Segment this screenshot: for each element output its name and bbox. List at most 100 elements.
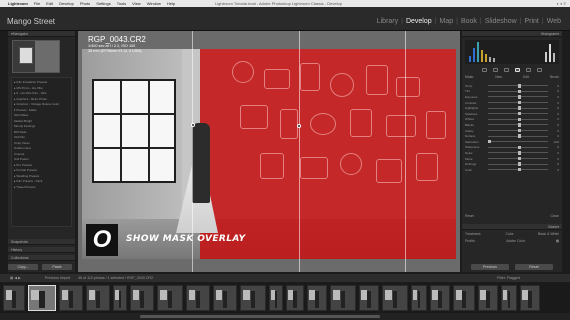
filmstrip-thumbnail[interactable] [130, 285, 154, 311]
filmstrip-thumbnail[interactable] [113, 285, 127, 311]
slider-knob[interactable] [518, 151, 521, 155]
filmstrip-thumbnail[interactable] [359, 285, 379, 311]
reset-button[interactable]: Reset [515, 264, 553, 270]
mask-new-button[interactable]: New [495, 75, 502, 80]
module-slideshow[interactable]: Slideshow [482, 18, 520, 25]
gradient-guide-line[interactable] [405, 31, 406, 272]
grid-view-icon[interactable]: ▦ ◀ ▶ [10, 276, 21, 280]
spot-removal-icon[interactable] [493, 68, 498, 72]
paste-button[interactable]: Paste [42, 264, 72, 270]
radial-filter-icon[interactable] [526, 68, 531, 72]
copy-button[interactable]: Copy... [8, 264, 38, 270]
slider-value[interactable]: 0 [551, 162, 559, 166]
slider-value[interactable]: 0 [551, 129, 559, 133]
slider-value[interactable]: 0 [551, 145, 559, 149]
filmstrip-thumbnail[interactable] [430, 285, 450, 311]
filmstrip-thumbnail[interactable] [59, 285, 83, 311]
navigator-header[interactable]: ▾ Navigator [8, 31, 75, 37]
slider-track[interactable] [488, 162, 548, 166]
slider-value[interactable]: 0 [551, 123, 559, 127]
history-header[interactable]: History [8, 247, 75, 253]
filmstrip-scrollbar[interactable] [0, 313, 570, 320]
snapshots-header[interactable]: Snapshots [8, 239, 75, 245]
filter-control[interactable]: Filter: Flagged [497, 276, 520, 280]
menu-help[interactable]: Help [167, 1, 175, 6]
crop-tool-icon[interactable] [482, 68, 487, 72]
slider-knob[interactable] [518, 156, 521, 161]
filmstrip-thumbnail[interactable] [382, 285, 408, 311]
filmstrip-source[interactable]: Previous Import [45, 276, 70, 280]
slider-value[interactable]: -100 [551, 140, 559, 144]
slider-knob[interactable] [518, 100, 521, 105]
slider-value[interactable]: 0 [551, 151, 559, 155]
red-eye-icon[interactable] [504, 68, 509, 72]
profile-browser-icon[interactable]: ▦ [556, 239, 559, 244]
menu-view[interactable]: View [132, 1, 141, 6]
slider-value[interactable]: 0 [551, 134, 559, 138]
filmstrip-thumbnail[interactable] [157, 285, 183, 311]
filmstrip-thumbnail[interactable] [269, 285, 283, 311]
slider-track[interactable] [488, 106, 548, 110]
module-print[interactable]: Print [521, 18, 541, 25]
filter-value[interactable]: Flagged [507, 276, 520, 280]
filter-close-button[interactable]: Close [550, 214, 559, 218]
filmstrip-thumbnail[interactable] [307, 285, 327, 311]
slider-knob[interactable] [518, 162, 521, 166]
filmstrip-thumbnail[interactable] [86, 285, 110, 311]
slider-track[interactable] [488, 123, 548, 127]
menu-file[interactable]: File [34, 1, 40, 6]
gradient-center-line[interactable] [299, 31, 300, 272]
filmstrip-thumbnail[interactable] [286, 285, 304, 311]
slider-knob[interactable] [518, 106, 521, 110]
slider-track[interactable] [488, 117, 548, 122]
slider-knob[interactable] [518, 145, 521, 150]
menu-develop[interactable]: Develop [59, 1, 74, 6]
module-web[interactable]: Web [544, 18, 564, 25]
filmstrip-thumbnail[interactable] [240, 285, 266, 311]
slider-knob[interactable] [488, 140, 491, 144]
filmstrip-thumbnail[interactable] [28, 285, 56, 311]
slider-knob[interactable] [518, 134, 521, 138]
histogram-header[interactable]: Histogram ▾ [462, 31, 562, 37]
slider-knob[interactable] [518, 168, 521, 172]
scrollbar-thumb[interactable] [140, 315, 380, 318]
filter-reset-button[interactable]: Reset [465, 214, 474, 218]
slider-track[interactable] [488, 89, 548, 94]
mask-pin[interactable] [191, 123, 195, 127]
slider-value[interactable]: 0 [551, 89, 559, 93]
graduated-filter-icon[interactable] [515, 68, 520, 72]
slider-knob[interactable] [518, 95, 521, 99]
slider-track[interactable] [488, 134, 548, 138]
mask-pin[interactable] [297, 124, 301, 128]
menu-settings[interactable]: Settings [96, 1, 110, 6]
menu-edit[interactable]: Edit [46, 1, 53, 6]
filmstrip-thumbnail[interactable] [501, 285, 517, 311]
basic-header[interactable]: Basic ▾ [462, 224, 562, 230]
treatment-color[interactable]: Color [506, 232, 514, 237]
filmstrip-thumbnail[interactable] [330, 285, 356, 311]
module-book[interactable]: Book [458, 18, 480, 25]
slider-value[interactable]: 0 [551, 101, 559, 105]
slider-value[interactable]: 0 [551, 106, 559, 110]
previous-button[interactable]: Previous [471, 264, 509, 270]
slider-knob[interactable] [518, 123, 521, 127]
slider-track[interactable] [488, 128, 548, 133]
slider-value[interactable]: 0 [551, 117, 559, 121]
slider-knob[interactable] [518, 117, 521, 122]
slider-track[interactable] [488, 156, 548, 161]
slider-value[interactable]: 0 [551, 112, 559, 116]
filmstrip-thumbnail[interactable] [213, 285, 237, 311]
slider-track[interactable] [488, 95, 548, 99]
mask-edit-button[interactable]: Edit [523, 75, 529, 80]
slider-track[interactable] [488, 84, 548, 88]
slider-knob[interactable] [518, 84, 521, 88]
slider-track[interactable] [488, 140, 548, 144]
navigator-preview[interactable] [12, 40, 60, 73]
menu-tools[interactable]: Tools [117, 1, 126, 6]
slider-knob[interactable] [518, 89, 521, 94]
slider-knob[interactable] [518, 112, 521, 116]
filmstrip-thumbnail[interactable] [478, 285, 498, 311]
menu-window[interactable]: Window [147, 1, 161, 6]
module-map[interactable]: Map [436, 18, 456, 25]
collections-header[interactable]: Collections [8, 255, 75, 261]
